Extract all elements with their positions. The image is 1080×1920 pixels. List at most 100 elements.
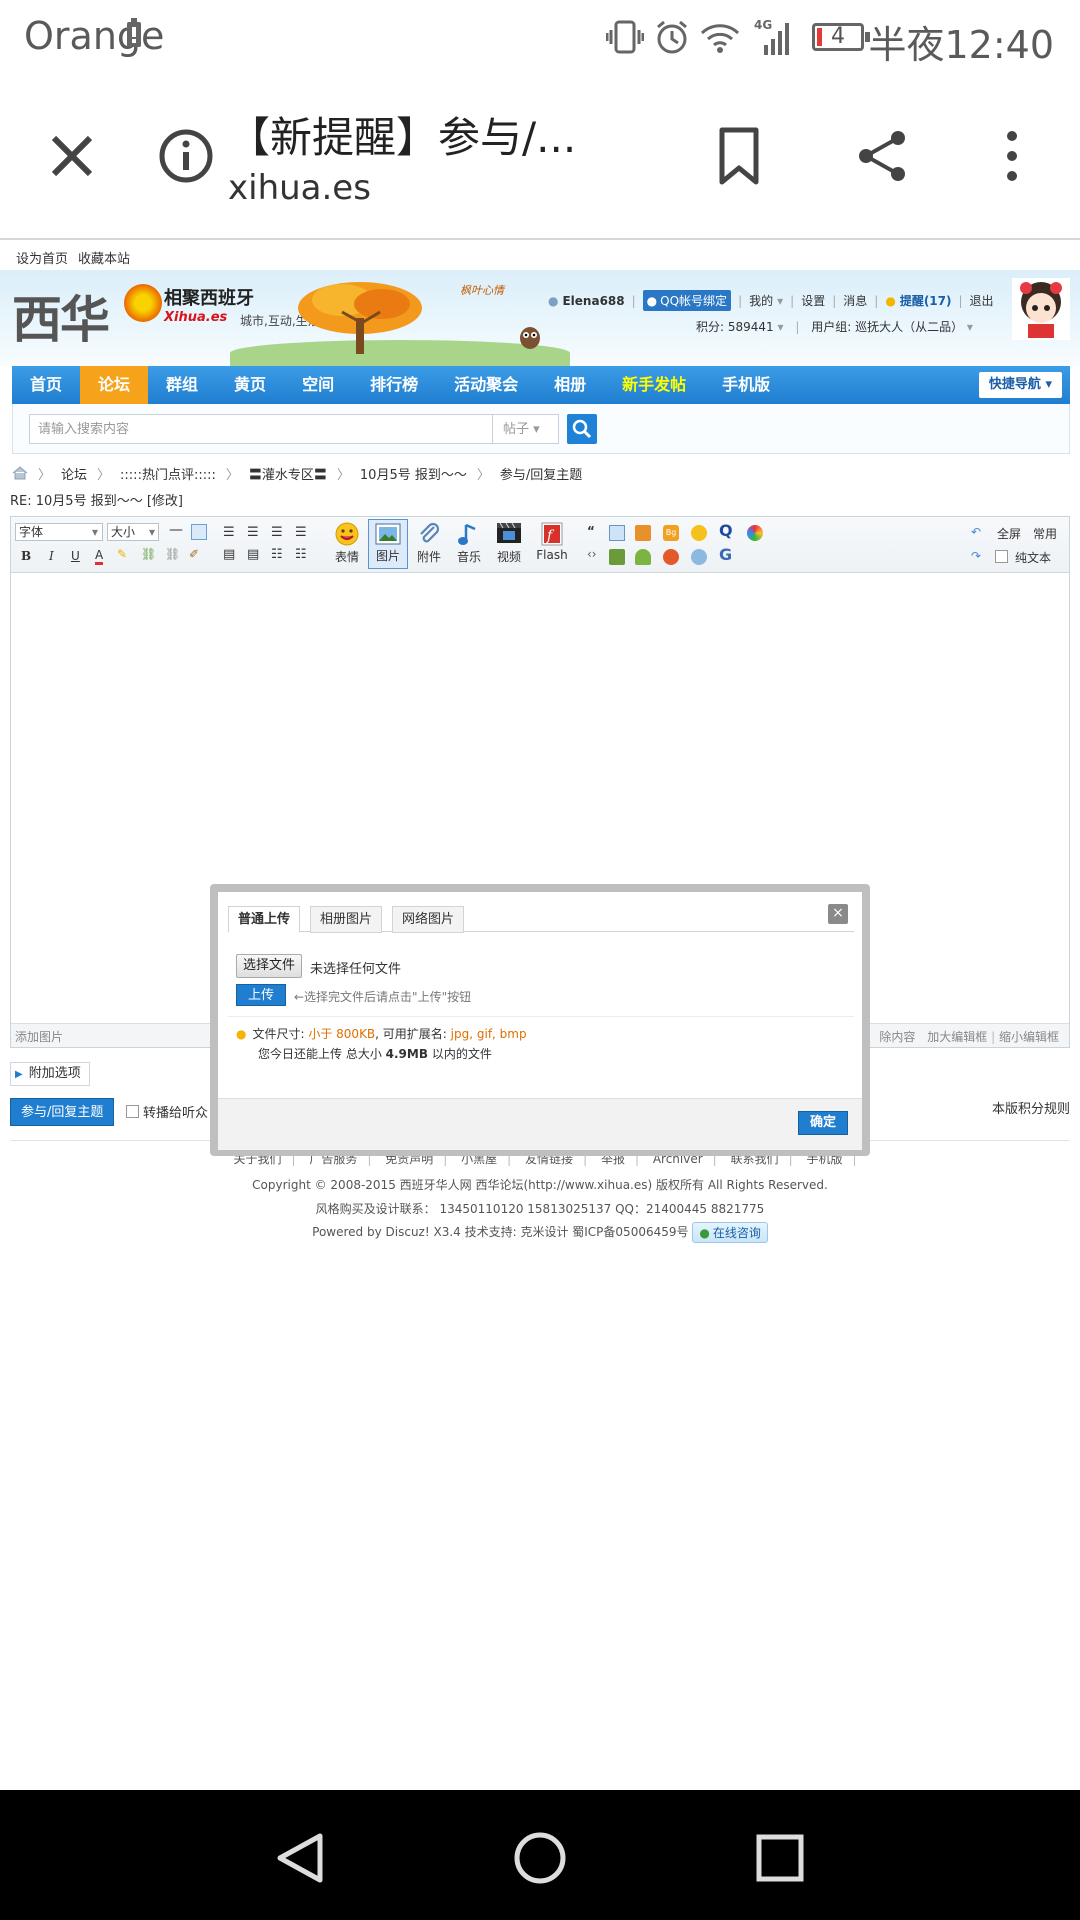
online-consult-button[interactable]: ● 在线咨询 [692, 1222, 768, 1243]
qq-icon[interactable] [691, 525, 707, 541]
nav-item-album[interactable]: 相册 [536, 366, 604, 404]
video-tool[interactable]: 视频 [493, 521, 525, 565]
points-rules-link[interactable]: 本版积分规则 [992, 1098, 1070, 1117]
align-right-icon[interactable]: ☰ [271, 525, 283, 540]
align-justify-icon[interactable]: ☰ [295, 525, 307, 540]
home-icon[interactable] [12, 466, 28, 480]
quick-nav-button[interactable]: 快捷导航 ▾ [978, 372, 1062, 398]
google-icon[interactable]: G [719, 545, 732, 564]
quote-icon[interactable]: “ [587, 524, 595, 538]
nav-item-mobile[interactable]: 手机版 [704, 366, 788, 404]
share-icon[interactable] [850, 124, 914, 188]
bold-icon[interactable]: B [21, 549, 31, 563]
font-select[interactable]: 字体 ▾ [15, 523, 103, 541]
qq-bind-button[interactable]: ● QQ帐号绑定 [642, 290, 732, 311]
user-group[interactable]: 用户组: 巡抚大人（从二品） [811, 320, 963, 334]
enlarge-editor-link[interactable]: 加大编辑框 [927, 1030, 987, 1044]
search-icon[interactable] [567, 414, 597, 444]
user-icon[interactable] [663, 549, 679, 565]
user-points[interactable]: 积分: 589441 [696, 320, 774, 334]
nav-item-space[interactable]: 空间 [284, 366, 352, 404]
tab-normal-upload[interactable]: 普通上传 [228, 906, 301, 933]
tab-web-images[interactable]: 网络图片 [392, 906, 465, 933]
reminders-link[interactable]: 提醒(17) [900, 292, 952, 309]
hide-icon[interactable] [635, 525, 651, 541]
page-url[interactable]: xihua.es [228, 168, 371, 208]
bookmark-icon[interactable] [712, 124, 766, 188]
home-icon[interactable] [512, 1830, 568, 1886]
tab-album-images[interactable]: 相册图片 [310, 906, 383, 933]
plain-text-checkbox[interactable] [995, 550, 1008, 563]
music-tool[interactable]: 音乐 [453, 521, 485, 565]
fullscreen-button[interactable]: 全屏 [997, 525, 1021, 542]
shrink-editor-link[interactable]: 缩小编辑框 [999, 1030, 1059, 1044]
breadcrumb-water-zone[interactable]: 〓灌水专区〓 [249, 464, 327, 483]
back-icon[interactable] [272, 1830, 328, 1886]
underline-icon[interactable]: U [71, 549, 80, 563]
close-icon[interactable] [40, 124, 104, 188]
username-link[interactable]: Elena688 [562, 294, 624, 308]
ordered-list-icon[interactable]: ☷ [271, 547, 283, 562]
nav-item-groups[interactable]: 群组 [148, 366, 216, 404]
image-tool[interactable]: 图片 [368, 519, 408, 569]
undo-icon[interactable]: ↶ [971, 525, 981, 539]
redo-icon[interactable]: ↷ [971, 549, 981, 563]
messages-link[interactable]: 消息 [843, 292, 867, 309]
breadcrumb-hot-reviews[interactable]: :::::热门点评::::: [120, 464, 216, 483]
settings-link[interactable]: 设置 [801, 292, 825, 309]
upload-button[interactable]: 上传 [236, 984, 286, 1006]
nav-item-yellowpages[interactable]: 黄页 [216, 366, 284, 404]
flash-tool[interactable]: f Flash [535, 521, 569, 562]
dialog-close-button[interactable]: × [828, 904, 848, 924]
relay-checkbox[interactable] [126, 1105, 139, 1118]
breadcrumb-thread[interactable]: 10月5号 报到～～ [360, 464, 467, 483]
search-user-icon[interactable] [635, 549, 651, 565]
unlink-icon[interactable]: ⛓ [165, 547, 180, 561]
common-button[interactable]: 常用 [1033, 525, 1057, 542]
confirm-button[interactable]: 确定 [798, 1111, 848, 1135]
site-logo[interactable]: 西华 [12, 280, 110, 352]
recents-icon[interactable] [752, 1830, 808, 1886]
italic-icon[interactable]: I [49, 549, 54, 563]
submit-reply-button[interactable]: 参与/回复主题 [10, 1098, 115, 1126]
clear-format-icon[interactable]: ✐ [189, 547, 199, 561]
attachment-tool[interactable]: 附件 [413, 521, 445, 565]
add-image-link[interactable]: 添加图片 [15, 1028, 63, 1045]
set-homepage-link[interactable]: 设为首页 [16, 248, 68, 267]
search-type-select[interactable]: 帖子 ▾ [493, 414, 559, 444]
highlight-icon[interactable]: ✎ [117, 547, 127, 561]
extra-options-toggle[interactable]: ▶ 附加选项 [10, 1062, 90, 1086]
float-right-icon[interactable]: ▤ [247, 547, 259, 562]
search-input[interactable]: 请输入搜索内容 [29, 414, 493, 444]
background-icon[interactable]: Bg [663, 525, 679, 541]
clear-content-link[interactable]: 除内容 [879, 1030, 915, 1044]
album-icon[interactable] [609, 549, 625, 565]
rainbow-icon[interactable] [747, 525, 763, 541]
breadcrumb-forum[interactable]: 论坛 [61, 464, 87, 483]
ftp-icon[interactable] [691, 549, 707, 565]
nav-item-home[interactable]: 首页 [12, 366, 80, 404]
my-menu[interactable]: 我的 [749, 292, 773, 309]
unordered-list-icon[interactable]: ☷ [295, 547, 307, 562]
hr-icon[interactable]: — [169, 522, 183, 538]
nav-item-newbie-post[interactable]: 新手发帖 [604, 366, 704, 404]
code-box-icon[interactable] [609, 525, 625, 541]
emoji-tool[interactable]: 表情 [331, 521, 363, 565]
font-color-icon[interactable]: A [95, 548, 104, 565]
info-icon[interactable] [156, 126, 216, 186]
logout-link[interactable]: 退出 [970, 292, 994, 309]
avatar[interactable] [1012, 278, 1070, 340]
source-code-icon[interactable]: ‹› [587, 547, 597, 561]
size-select[interactable]: 大小 ▾ [107, 523, 159, 541]
bookmark-site-link[interactable]: 收藏本站 [78, 248, 130, 267]
nav-item-ranking[interactable]: 排行榜 [352, 366, 436, 404]
table-icon[interactable] [191, 524, 207, 540]
nav-item-events[interactable]: 活动聚会 [436, 366, 536, 404]
choose-file-button[interactable]: 选择文件 [236, 954, 303, 978]
nav-item-forum[interactable]: 论坛 [80, 366, 149, 404]
float-left-icon[interactable]: ▤ [223, 547, 235, 562]
align-left-icon[interactable]: ☰ [223, 525, 235, 540]
link-icon[interactable]: ⛓ [141, 547, 156, 561]
q-icon[interactable]: Q [719, 521, 733, 540]
align-center-icon[interactable]: ☰ [247, 525, 259, 540]
